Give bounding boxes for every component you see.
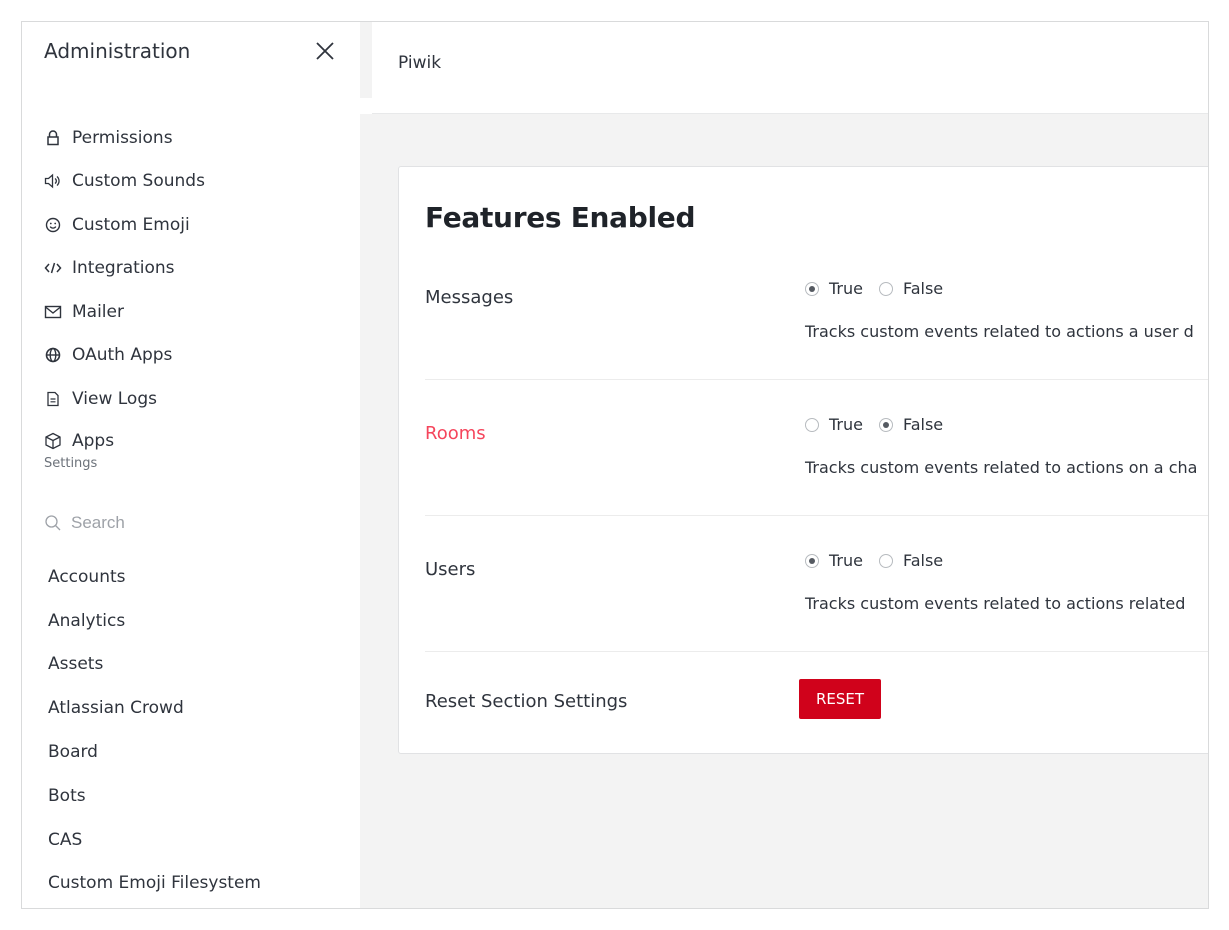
settings-section-label: Settings [44,456,98,471]
radio-false[interactable]: False [878,551,944,570]
radio-dot [878,553,893,568]
settings-group-accounts[interactable]: Accounts [48,555,261,599]
sidebar-item-integrations[interactable]: Integrations [44,247,205,291]
radio-group: True False [805,415,959,434]
radio-group: True False [805,551,959,570]
volume-icon [44,172,62,190]
radio-label: False [902,279,944,298]
radio-label: True [829,415,863,434]
settings-group-board[interactable]: Board [48,730,261,774]
admin-menu: Permissions Custom Sounds Custom Emoji I… [44,116,205,461]
admin-sidebar: Administration Permissions Custom Sounds [22,22,372,908]
setting-label: Messages [425,287,514,308]
sidebar-item-label: Mailer [72,301,124,322]
radio-true[interactable]: True [805,279,863,298]
globe-icon [44,346,62,364]
search-input[interactable] [71,513,331,533]
setting-description: Tracks custom events related to actions … [805,322,1194,341]
settings-group-cas[interactable]: CAS [48,818,261,862]
close-icon[interactable] [314,40,336,62]
radio-dot [878,417,893,432]
sidebar-item-oauth-apps[interactable]: OAuth Apps [44,334,205,378]
radio-group: True False [805,279,959,298]
sidebar-item-label: Custom Sounds [72,171,205,192]
mail-icon [44,303,62,321]
features-enabled-section: Features Enabled Messages True False Tra… [398,166,1208,754]
setting-description: Tracks custom events related to actions … [805,594,1186,613]
setting-label: Rooms [425,423,486,444]
sidebar-item-apps[interactable]: Apps [44,421,205,461]
code-icon [44,259,62,277]
radio-false[interactable]: False [878,279,944,298]
radio-dot [805,553,819,568]
divider [425,379,1208,380]
sidebar-item-label: Apps [72,430,115,451]
radio-true[interactable]: True [805,415,863,434]
sidebar-item-view-logs[interactable]: View Logs [44,377,205,421]
sidebar-item-custom-sounds[interactable]: Custom Sounds [44,160,205,204]
sidebar-item-label: View Logs [72,388,157,409]
sidebar-item-permissions[interactable]: Permissions [44,116,205,160]
sidebar-item-label: Permissions [72,127,173,148]
radio-label: True [829,279,863,298]
sidebar-item-label: Integrations [72,258,175,279]
radio-dot [805,417,819,432]
settings-group-bots[interactable]: Bots [48,774,261,818]
radio-dot [805,281,819,296]
header-strip [360,98,372,114]
page-title: Piwik [398,53,442,73]
sidebar-item-custom-emoji[interactable]: Custom Emoji [44,203,205,247]
settings-groups-list: Accounts Analytics Assets Atlassian Crow… [48,555,261,905]
sidebar-title: Administration [44,39,191,63]
search-icon [44,514,62,532]
reset-section-label: Reset Section Settings [425,691,628,712]
emoji-icon [44,216,62,234]
settings-main: Piwik Features Enabled Messages True Fal… [360,22,1208,908]
radio-false[interactable]: False [878,415,944,434]
settings-group-custom-emoji-filesystem[interactable]: Custom Emoji Filesystem [48,862,261,906]
admin-window: Administration Permissions Custom Sounds [21,21,1209,909]
settings-group-analytics[interactable]: Analytics [48,599,261,643]
radio-label: False [902,551,944,570]
radio-label: False [902,415,944,434]
radio-dot [878,281,893,296]
sidebar-item-label: Custom Emoji [72,214,190,235]
sidebar-item-label: OAuth Apps [72,345,173,366]
cube-icon [44,432,62,450]
reset-button[interactable]: RESET [799,679,881,719]
settings-group-assets[interactable]: Assets [48,643,261,687]
lock-icon [44,129,62,147]
section-title: Features Enabled [425,201,696,234]
radio-label: True [829,551,863,570]
divider [425,651,1208,652]
setting-label: Users [425,559,476,580]
settings-search [44,510,331,536]
radio-true[interactable]: True [805,551,863,570]
file-icon [44,390,62,408]
divider [425,515,1208,516]
sidebar-item-mailer[interactable]: Mailer [44,290,205,334]
page-header: Piwik [372,22,1208,114]
setting-description: Tracks custom events related to actions … [805,458,1198,477]
settings-group-atlassian-crowd[interactable]: Atlassian Crowd [48,686,261,730]
